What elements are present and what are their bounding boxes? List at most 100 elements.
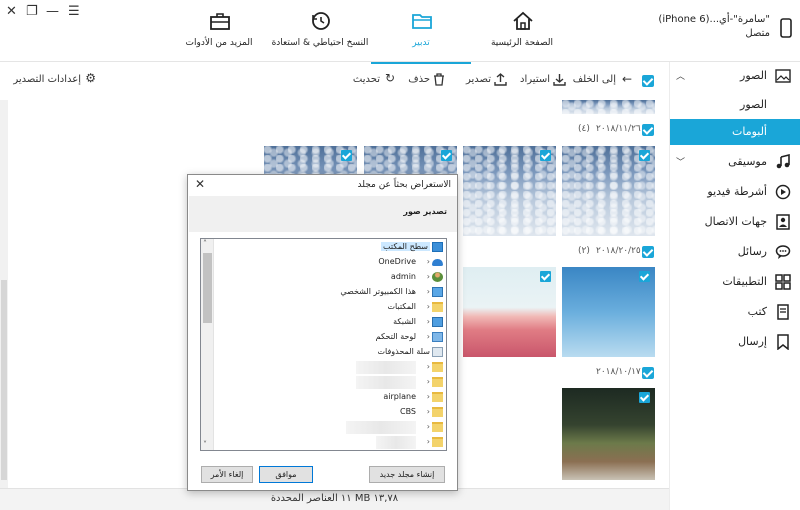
device-status: متصل: [745, 28, 770, 39]
sidebar-item-videos[interactable]: أشرطة فيديو: [670, 178, 800, 207]
status-bar: ١١ العناصر المحددة MB ١٣,٧٨: [0, 488, 669, 510]
chevron-right-icon[interactable]: ›: [427, 302, 430, 311]
apps-grid-icon: [775, 274, 791, 290]
group-checkbox[interactable]: [642, 124, 654, 136]
tree-item-network[interactable]: › الشبكة: [214, 315, 446, 330]
chevron-up-icon: ︿: [676, 72, 686, 82]
export-settings-button[interactable]: ⚙ إعدادات التصدير: [12, 71, 96, 90]
chevron-right-icon[interactable]: ›: [427, 317, 430, 326]
chevron-right-icon[interactable]: ›: [427, 377, 430, 386]
photo-checkbox[interactable]: [639, 271, 650, 282]
chevron-right-icon[interactable]: ›: [427, 407, 430, 416]
photo-checkbox[interactable]: [540, 271, 551, 282]
sidebar-sub-photos[interactable]: الصور: [670, 92, 800, 118]
chevron-right-icon[interactable]: ›: [427, 392, 430, 401]
sidebar-item-messages[interactable]: رسائل: [670, 238, 800, 267]
import-button[interactable]: استيراد: [514, 72, 566, 90]
scroll-down-arrow-icon[interactable]: ˅: [203, 440, 207, 449]
refresh-label: تحديث: [352, 74, 380, 85]
library-folder-icon: [432, 302, 443, 312]
tree-item-admin[interactable]: › admin: [214, 270, 446, 285]
sidebar-sub-albums[interactable]: ألبومات: [670, 119, 800, 145]
tree-item-this-pc[interactable]: › هذا الكمبيوتر الشخصي: [214, 285, 446, 300]
chevron-right-icon[interactable]: ›: [427, 422, 430, 431]
photo-checkbox[interactable]: [639, 150, 650, 161]
sidebar-contacts-label: جهات الاتصال: [704, 215, 767, 228]
user-icon: [432, 272, 443, 282]
chevron-right-icon[interactable]: ›: [427, 272, 430, 281]
tree-item-control-panel[interactable]: › لوحة التحكم: [214, 330, 446, 345]
chevron-right-icon[interactable]: ›: [427, 287, 430, 296]
group-checkbox[interactable]: [642, 367, 654, 379]
device-name: "سامرة"-أي...(iPhone 6): [658, 14, 770, 25]
nav-home[interactable]: الصفحة الرئيسية: [467, 8, 577, 60]
tree-item-desktop[interactable]: سطح المكتب: [214, 240, 446, 255]
control-panel-icon: [432, 332, 443, 342]
chevron-right-icon[interactable]: ›: [427, 332, 430, 341]
sidebar-videos-label: أشرطة فيديو: [707, 185, 767, 198]
tree-scroll-thumb[interactable]: [203, 253, 212, 323]
group-date: ٢٠١٨/١١/٢٦: [596, 124, 641, 134]
group-checkbox[interactable]: [642, 246, 654, 258]
sidebar-item-books[interactable]: كتب: [670, 298, 800, 327]
chevron-right-icon[interactable]: ›: [427, 437, 430, 446]
cancel-button[interactable]: إلغاء الأمر: [201, 466, 253, 483]
sidebar-item-contacts[interactable]: جهات الاتصال: [670, 208, 800, 237]
ok-button[interactable]: موافق: [259, 466, 313, 483]
sidebar-item-apps[interactable]: التطبيقات: [670, 268, 800, 297]
group-count: (٤): [578, 124, 590, 134]
dialog-close-icon[interactable]: ✕: [195, 177, 205, 191]
photo-tile[interactable]: [562, 100, 655, 114]
content-scrollbar[interactable]: [0, 100, 8, 488]
sidebar-messages-label: رسائل: [737, 245, 767, 258]
content-scroll-thumb[interactable]: [1, 280, 7, 480]
sidebar-item-photos[interactable]: ︿ الصور: [670, 62, 800, 91]
folder-tree[interactable]: ˄ ˅ سطح المكتب › OneDrive › admin › هذا …: [200, 238, 447, 451]
tree-item-label: airplane: [383, 392, 416, 401]
sidebar-item-music[interactable]: ﹀ موسيقى: [670, 148, 800, 177]
refresh-icon: ↻: [384, 71, 395, 85]
tree-item-recycle-bin[interactable]: سلة المحذوفات: [214, 345, 446, 360]
group-count: (٢): [578, 246, 590, 256]
new-folder-button[interactable]: إنشاء مجلد جديد: [369, 466, 445, 483]
back-button[interactable]: ← إلى الخلف: [572, 72, 632, 90]
photo-tile[interactable]: [562, 388, 655, 480]
home-icon: [513, 11, 533, 30]
tree-item-folder[interactable]: ›: [214, 435, 446, 450]
photo-tile[interactable]: [562, 267, 655, 357]
device-info[interactable]: "سامرة"-أي...(iPhone 6) متصل: [658, 14, 792, 44]
photo-tile[interactable]: [463, 146, 556, 236]
export-settings-label: إعدادات التصدير: [13, 74, 81, 85]
tree-item-cbs[interactable]: › CBS: [214, 405, 446, 420]
select-all-checkbox[interactable]: [642, 75, 654, 87]
photo-checkbox[interactable]: [639, 392, 650, 403]
nav-backup-label: النسخ احتياطي & استعادة: [271, 38, 369, 48]
sidebar: ︿ الصور الصور ألبومات ﹀ موسيقى أشرطة فيد…: [669, 62, 800, 510]
photo-checkbox[interactable]: [540, 150, 551, 161]
photo-tile[interactable]: [562, 146, 655, 236]
photo-tile[interactable]: [463, 267, 556, 357]
tree-item-libraries[interactable]: › المكتبات: [214, 300, 446, 315]
sidebar-item-send[interactable]: إرسال: [670, 328, 800, 357]
browse-folder-dialog: الاستعراض بحثاً عن مجلد ✕ تصدير صور ˄ ˅ …: [187, 174, 458, 491]
tree-item-onedrive[interactable]: › OneDrive: [214, 255, 446, 270]
refresh-button[interactable]: ↻ تحديث: [349, 71, 395, 90]
export-button[interactable]: تصدير: [457, 72, 507, 90]
nav-backup-restore[interactable]: النسخ احتياطي & استعادة: [265, 8, 375, 60]
tree-item-folder[interactable]: ›: [214, 360, 446, 375]
delete-button[interactable]: حذف: [405, 72, 445, 90]
tree-item-label: الشبكة: [393, 317, 416, 326]
photo-checkbox[interactable]: [341, 150, 352, 161]
chevron-right-icon[interactable]: ›: [427, 362, 430, 371]
nav-more-tools[interactable]: المزيد من الأدوات: [164, 8, 274, 60]
photo-checkbox[interactable]: [441, 150, 452, 161]
tree-scrollbar[interactable]: ˄ ˅: [201, 239, 214, 450]
tree-item-label: سطح المكتب: [381, 242, 430, 251]
tree-item-folder[interactable]: ›: [214, 420, 446, 435]
toolbox-icon: [210, 13, 230, 30]
tree-item-airplane[interactable]: › airplane: [214, 390, 446, 405]
nav-manage[interactable]: تدبير: [366, 8, 476, 64]
tree-item-folder[interactable]: ›: [214, 375, 446, 390]
chevron-right-icon[interactable]: ›: [427, 257, 430, 266]
scroll-up-arrow-icon[interactable]: ˄: [203, 239, 207, 248]
